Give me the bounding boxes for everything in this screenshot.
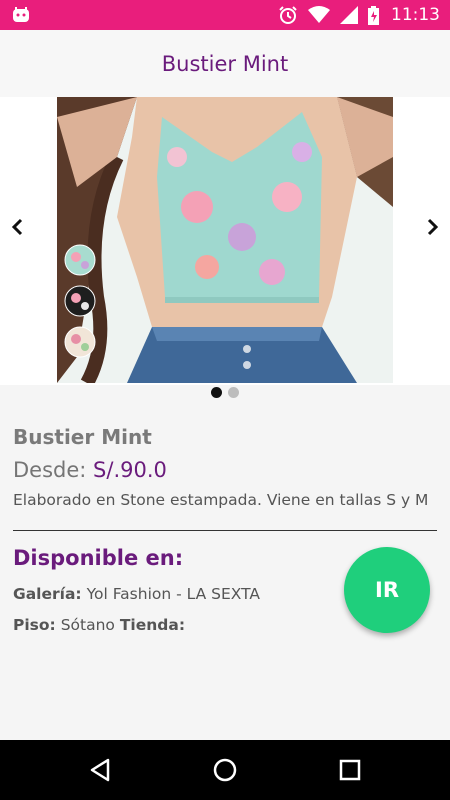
product-image <box>57 97 393 383</box>
navigation-bar <box>0 740 450 800</box>
image-carousel[interactable] <box>0 97 450 385</box>
page-title: Bustier Mint <box>161 51 289 76</box>
price-value: S/.90.0 <box>93 458 167 482</box>
product-name: Bustier Mint <box>13 425 152 449</box>
pager-dot[interactable] <box>228 387 239 398</box>
piso-value: Sótano <box>60 616 115 634</box>
status-time: 11:13 <box>391 5 440 25</box>
availability-title: Disponible en: <box>13 546 184 570</box>
price-row: Desde: S/.90.0 <box>13 458 443 482</box>
ir-button[interactable]: IR <box>344 547 430 633</box>
product-description: Elaborado en Stone estampada. Viene en t… <box>13 491 429 509</box>
signal-icon <box>340 6 358 24</box>
wifi-icon <box>308 6 330 23</box>
chevron-left-icon[interactable] <box>6 215 30 239</box>
price-label: Desde: <box>13 458 87 482</box>
recents-icon[interactable] <box>336 756 364 784</box>
pager-dot-active[interactable] <box>211 387 222 398</box>
alarm-icon <box>279 6 297 24</box>
tienda-label: Tienda: <box>119 616 186 634</box>
carousel-pager[interactable] <box>0 387 450 398</box>
galeria-value: Yol Fashion - LA SEXTA <box>86 585 261 603</box>
android-icon <box>13 7 29 22</box>
section-divider <box>13 530 437 531</box>
product-details: Bustier Mint Desde: S/.90.0 Elaborado en… <box>13 420 443 509</box>
home-icon[interactable] <box>211 756 239 784</box>
app-toolbar: Bustier Mint <box>0 30 450 97</box>
piso-label: Piso: <box>13 616 56 634</box>
status-bar: 11:13 <box>0 0 450 30</box>
galeria-label: Galería: <box>13 585 82 603</box>
piso-row: Piso: Sótano Tienda: <box>13 616 185 634</box>
galeria-row: Galería: Yol Fashion - LA SEXTA <box>13 585 260 603</box>
back-icon[interactable] <box>86 756 114 784</box>
battery-icon <box>368 5 379 25</box>
chevron-right-icon[interactable] <box>420 215 444 239</box>
